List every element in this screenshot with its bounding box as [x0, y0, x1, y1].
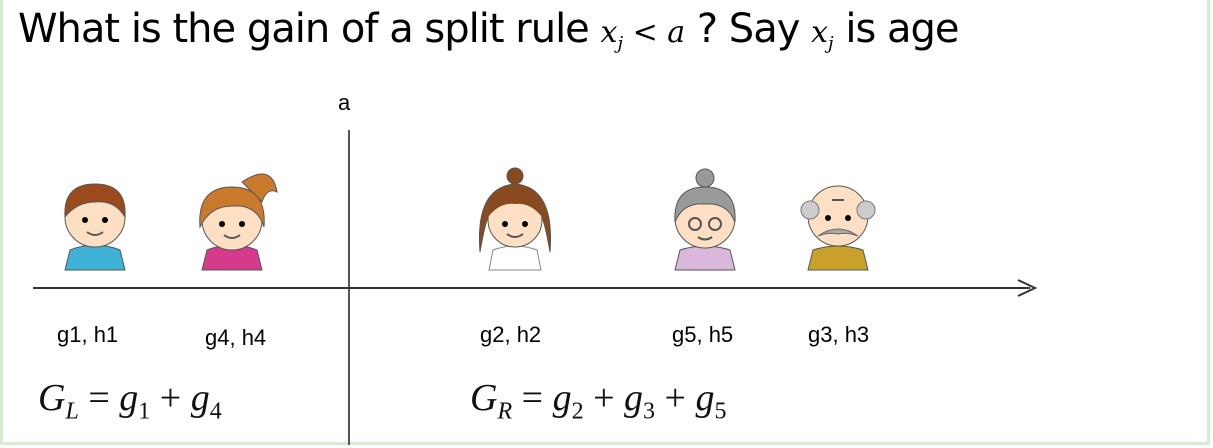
- boy-icon: [64, 183, 126, 271]
- person-label: g4, h4: [205, 325, 267, 350]
- young-woman-icon: [478, 167, 552, 271]
- grandfather-icon: [800, 185, 876, 271]
- left-gradient-sum-formula: GL = g1 + g4: [38, 377, 222, 425]
- grandmother-icon: [674, 168, 736, 271]
- right-gradient-sum-formula: GR = g2 + g3 + g5: [470, 377, 727, 425]
- girl-ponytail-icon: [199, 173, 278, 271]
- person-label: g1, h1: [57, 322, 119, 347]
- person-label: g5, h5: [672, 322, 734, 347]
- person-label: g2, h2: [480, 322, 542, 347]
- person-label: g3, h3: [808, 322, 870, 347]
